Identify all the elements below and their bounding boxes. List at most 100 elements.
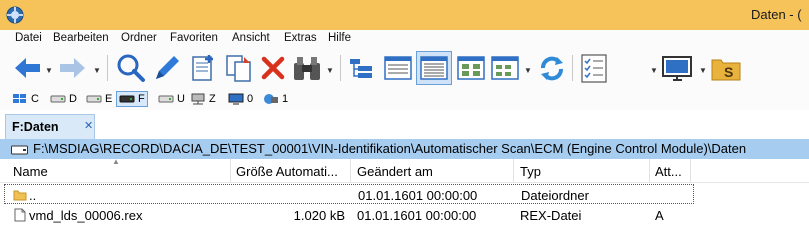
drive-e[interactable]: E — [86, 91, 112, 107]
menu-extras[interactable]: Extras — [284, 32, 317, 44]
drive-d[interactable]: D — [50, 91, 77, 107]
drive-letter: F — [138, 93, 145, 105]
column-divider[interactable] — [690, 159, 691, 183]
delete-x-icon — [261, 56, 285, 80]
column-divider[interactable] — [350, 159, 351, 183]
drive-bar: C D E F U Z 0 1 — [0, 88, 809, 110]
drive-icon — [119, 95, 135, 103]
sort-ascending-icon: ▲ — [112, 157, 120, 166]
table-row[interactable]: .. 01.01.1601 00:00:00 Dateiordner — [4, 184, 694, 204]
file-attributes: A — [655, 208, 664, 223]
table-row[interactable]: vmd_lds_00006.rex 1.020 kB 01.01.1601 00… — [0, 205, 809, 225]
options-dropdown-icon[interactable]: ▼ — [650, 66, 658, 75]
menu-bar: Datei Bearbeiten Ordner Favoriten Ansich… — [0, 30, 809, 49]
icons-view-icon — [491, 56, 519, 80]
drive-0[interactable]: 0 — [228, 91, 253, 107]
tree-view-button[interactable] — [346, 51, 378, 85]
drive-letter: 1 — [282, 93, 289, 105]
file-name: vmd_lds_00006.rex — [29, 208, 143, 223]
drive-letter: E — [105, 93, 113, 105]
column-size[interactable]: Größe Automati... — [236, 164, 338, 179]
list-view-button[interactable] — [416, 51, 452, 85]
s-folder-icon: S — [711, 59, 741, 81]
menu-bearbeiten[interactable]: Bearbeiten — [53, 32, 109, 44]
file-name: .. — [29, 188, 37, 203]
drive-1[interactable]: 1 — [263, 91, 288, 107]
file-list: ▲ Name Größe Automati... Geändert am Typ… — [0, 157, 809, 240]
title-bar: Daten - ( — [0, 0, 809, 30]
delete-button[interactable] — [256, 51, 290, 85]
drive-letter: Z — [209, 93, 216, 105]
column-divider[interactable] — [649, 159, 650, 183]
copy-button[interactable] — [222, 51, 256, 85]
svg-text:S: S — [724, 64, 733, 80]
refresh-icon — [541, 56, 563, 81]
toolbar: ▼ ▼ ▼ ▼ ▼ ▼ S — [0, 49, 809, 88]
column-modified[interactable]: Geändert am — [357, 164, 433, 179]
forward-button[interactable] — [56, 51, 90, 85]
new-file-button[interactable] — [186, 51, 220, 85]
file-size: 1.020 kB — [293, 208, 345, 223]
edit-button[interactable] — [150, 51, 184, 85]
tab-f-daten[interactable]: F:Daten ✕ — [5, 114, 95, 139]
s-drive-button[interactable]: S — [709, 51, 743, 85]
column-name[interactable]: Name — [13, 164, 48, 179]
column-divider[interactable] — [230, 159, 231, 183]
close-icon[interactable]: ✕ — [84, 119, 93, 132]
tab-label: F:Daten — [12, 120, 59, 134]
drive-letter: U — [177, 93, 185, 105]
drive-icon — [86, 95, 102, 103]
back-arrow-icon — [15, 58, 40, 78]
menu-ansicht[interactable]: Ansicht — [232, 32, 270, 44]
refresh-button[interactable] — [535, 51, 569, 85]
details-view-icon — [384, 56, 412, 80]
menu-hilfe[interactable]: Hilfe — [328, 32, 351, 44]
menu-ordner[interactable]: Ordner — [121, 32, 157, 44]
drive-letter: 0 — [247, 93, 254, 105]
app-icon[interactable] — [6, 6, 24, 24]
back-button[interactable] — [10, 51, 44, 85]
search-button[interactable] — [114, 51, 148, 85]
drive-z[interactable]: Z — [190, 91, 216, 107]
new-file-icon — [192, 55, 213, 81]
monitor-icon — [228, 93, 244, 105]
details-view-button[interactable] — [381, 51, 415, 85]
column-type[interactable]: Typ — [520, 164, 541, 179]
tree-view-icon — [350, 59, 372, 78]
file-modified: 01.01.1601 00:00:00 — [357, 208, 477, 223]
drive-icon — [50, 95, 66, 103]
network-drive-icon — [191, 93, 205, 105]
window-title: Daten - ( — [751, 7, 802, 22]
forward-arrow-icon — [60, 58, 85, 78]
drive-u[interactable]: U — [158, 91, 185, 107]
monitor-button[interactable] — [660, 51, 696, 85]
back-dropdown-icon[interactable]: ▼ — [45, 66, 53, 75]
menu-favoriten[interactable]: Favoriten — [170, 32, 218, 44]
monitor-icon — [662, 56, 692, 81]
toolbar-separator — [107, 55, 108, 81]
current-path: F:\MSDIAG\RECORD\DACIA_DE\TEST_00001\VIN… — [33, 141, 747, 156]
path-bar[interactable]: F:\MSDIAG\RECORD\DACIA_DE\TEST_00001\VIN… — [0, 139, 809, 159]
icons-view-button[interactable] — [488, 51, 522, 85]
list-view-icon — [420, 56, 448, 80]
column-attributes[interactable]: Att... — [655, 164, 682, 179]
column-divider[interactable] — [513, 159, 514, 183]
find-dropdown-icon[interactable]: ▼ — [326, 66, 334, 75]
drive-c[interactable]: C — [12, 91, 39, 107]
copy-icon — [226, 55, 251, 82]
drive-f[interactable]: F — [116, 91, 148, 107]
tab-strip: F:Daten ✕ — [0, 110, 809, 139]
menu-datei[interactable]: Datei — [15, 32, 42, 44]
checklist-icon — [581, 54, 607, 83]
monitor-dropdown-icon[interactable]: ▼ — [699, 66, 707, 75]
forward-dropdown-icon[interactable]: ▼ — [93, 66, 101, 75]
find-button[interactable] — [290, 51, 324, 85]
file-modified: 01.01.1601 00:00:00 — [358, 188, 478, 203]
view-dropdown-icon[interactable]: ▼ — [524, 66, 532, 75]
column-header-row: ▲ Name Größe Automati... Geändert am Typ… — [0, 157, 809, 183]
binoculars-icon — [294, 57, 320, 80]
folder-icon — [13, 190, 27, 201]
pencil-icon — [156, 56, 179, 79]
checklist-button[interactable] — [578, 51, 610, 85]
thumbnails-view-button[interactable] — [454, 51, 488, 85]
